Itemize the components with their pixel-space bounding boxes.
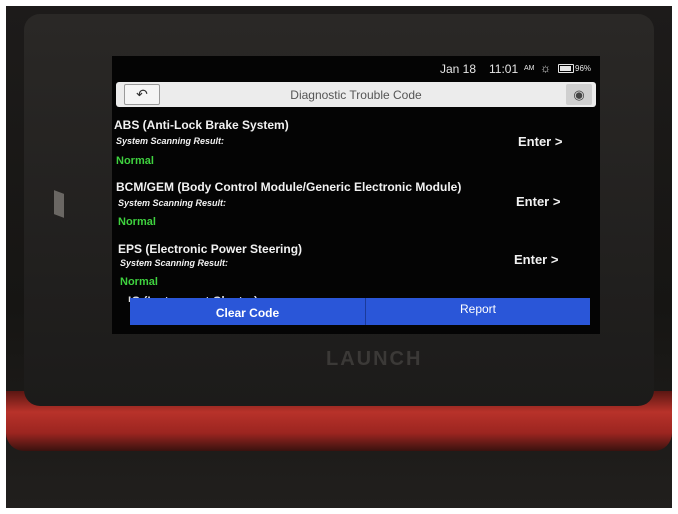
enter-button[interactable]: Enter >	[516, 194, 560, 209]
scan-status: Normal	[120, 276, 158, 288]
status-bar: Jan 18 11:01 AM ☼ 96%	[112, 56, 600, 80]
module-name: BCM/GEM (Body Control Module/Generic Ele…	[116, 180, 462, 194]
module-item-abs[interactable]: ABS (Anti-Lock Brake System) System Scan…	[112, 118, 600, 178]
wifi-icon: ☼	[540, 61, 551, 75]
status-ampm: AM	[524, 65, 535, 72]
bezel-reflection	[54, 190, 64, 218]
enter-button[interactable]: Enter >	[514, 252, 558, 267]
scan-result-label: System Scanning Result:	[120, 258, 229, 268]
battery-icon	[558, 64, 574, 73]
module-item-eps[interactable]: EPS (Electronic Power Steering) System S…	[112, 242, 600, 302]
enter-button[interactable]: Enter >	[518, 134, 562, 149]
title-bar: ↶ Diagnostic Trouble Code ◉	[116, 82, 596, 107]
brand-logo: LAUNCH	[326, 348, 423, 370]
status-time: 11:01	[489, 62, 519, 76]
module-item-bcm-gem[interactable]: BCM/GEM (Body Control Module/Generic Ele…	[112, 180, 600, 240]
scan-status: Normal	[118, 216, 156, 228]
page-title: Diagnostic Trouble Code	[290, 88, 422, 102]
report-button[interactable]: Report	[366, 298, 590, 325]
action-bar: Clear Code Report	[130, 298, 590, 325]
status-date: Jan 18	[440, 62, 477, 76]
module-name: ABS (Anti-Lock Brake System)	[114, 118, 289, 132]
camera-icon: ◉	[573, 87, 585, 102]
module-name: EPS (Electronic Power Steering)	[118, 242, 303, 256]
device-photo: LAUNCH Jan 18 11:01 AM ☼ 96% ↶ Diagnosti…	[6, 6, 672, 508]
scan-result-label: System Scanning Result:	[118, 198, 227, 208]
scan-status: Normal	[116, 155, 154, 167]
scan-result-label: System Scanning Result:	[116, 136, 225, 146]
scanner-screen: Jan 18 11:01 AM ☼ 96% ↶ Diagnostic Troub…	[112, 56, 600, 334]
battery-percent: 96%	[575, 64, 592, 73]
screenshot-button[interactable]: ◉	[566, 84, 592, 105]
clear-code-button[interactable]: Clear Code	[130, 298, 365, 325]
